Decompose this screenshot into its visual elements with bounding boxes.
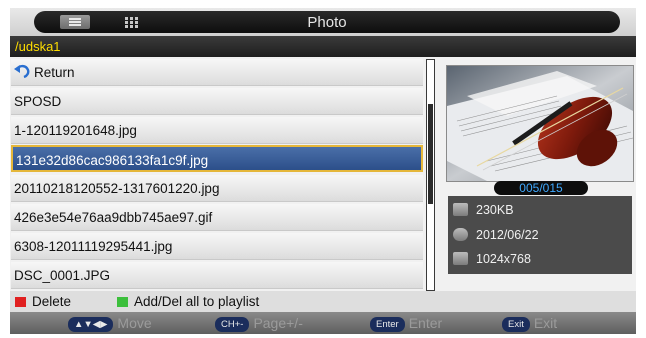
list-item[interactable]: SPOSD [11, 88, 423, 115]
list-item[interactable]: 1-120119201648.jpg [11, 117, 423, 144]
photo-counter: 005/015 [494, 181, 588, 195]
list-item-label: 1-120119201648.jpg [14, 123, 137, 138]
delete-label: Delete [32, 294, 72, 309]
list-item-selected[interactable]: 131e32d86cac986133fa1c9f.jpg [11, 145, 423, 172]
photo-info-panel: 230KB 2012/06/22 1024x768 [448, 196, 632, 274]
current-path: /udska1 [10, 36, 636, 57]
list-item-label: 426e3e54e76aa9dbb745ae97.gif [14, 210, 213, 225]
list-item[interactable]: 20110218120552-1317601220.jpg [11, 175, 423, 202]
arrow-keys-icon: ▲▼◀▶ [68, 317, 114, 332]
title-pill: Photo [34, 11, 620, 33]
page-hint[interactable]: CH+- Page+/- [215, 312, 303, 334]
photo-browser-screen: Photo /udska1 Return SPOSD 1-12011920164… [10, 8, 636, 334]
enter-label: Enter [408, 315, 443, 331]
list-item-label: 20110218120552-1317601220.jpg [14, 181, 220, 196]
file-size-icon [453, 203, 468, 216]
date-icon [453, 228, 468, 241]
image-resolution: 1024x768 [476, 252, 531, 266]
enter-hint[interactable]: Enter Enter [370, 312, 442, 334]
red-key-icon [15, 297, 26, 307]
channel-key-icon: CH+- [215, 317, 250, 332]
move-hint[interactable]: ▲▼◀▶ Move [68, 312, 152, 334]
list-item-label: DSC_0001.JPG [14, 268, 111, 283]
green-key-icon [117, 297, 128, 307]
photo-preview [446, 65, 634, 182]
return-item[interactable]: Return [11, 59, 423, 86]
playlist-label: Add/Del all to playlist [134, 294, 260, 309]
list-item[interactable]: 6308-12011119295441.jpg [11, 233, 423, 260]
return-arrow-icon [14, 60, 31, 85]
list-item-label: 131e32d86cac986133fa1c9f.jpg [16, 153, 209, 168]
page-label: Page+/- [253, 315, 303, 331]
scroll-thumb[interactable] [428, 104, 433, 204]
list-scrollbar[interactable] [426, 59, 435, 291]
exit-hint[interactable]: Exit Exit [502, 312, 557, 334]
delete-key-hint[interactable]: Delete [15, 291, 71, 312]
resolution-icon [453, 252, 468, 265]
file-list: Return SPOSD 1-120119201648.jpg 131e32d8… [11, 59, 431, 291]
file-date: 2012/06/22 [476, 228, 539, 242]
playlist-key-hint[interactable]: Add/Del all to playlist [117, 291, 259, 312]
page-title: Photo [307, 14, 347, 31]
list-item[interactable]: DSC_0001.JPG [11, 262, 423, 289]
list-item-label: Return [34, 65, 75, 80]
list-item-label: SPOSD [14, 94, 62, 109]
move-label: Move [117, 315, 152, 331]
exit-label: Exit [533, 315, 558, 331]
list-item-label: 6308-12011119295441.jpg [14, 239, 173, 254]
navigation-hint-bar: ▲▼◀▶ Move CH+- Page+/- Enter Enter Exit Exit [10, 312, 636, 334]
violin-image [447, 66, 633, 181]
title-bar: Photo [10, 8, 636, 36]
enter-key-icon: Enter [370, 317, 405, 332]
list-item[interactable]: 426e3e54e76aa9dbb745ae97.gif [11, 204, 423, 231]
color-key-bar: Delete Add/Del all to playlist [10, 291, 636, 312]
exit-key-icon: Exit [502, 317, 530, 332]
file-size: 230KB [476, 203, 514, 217]
